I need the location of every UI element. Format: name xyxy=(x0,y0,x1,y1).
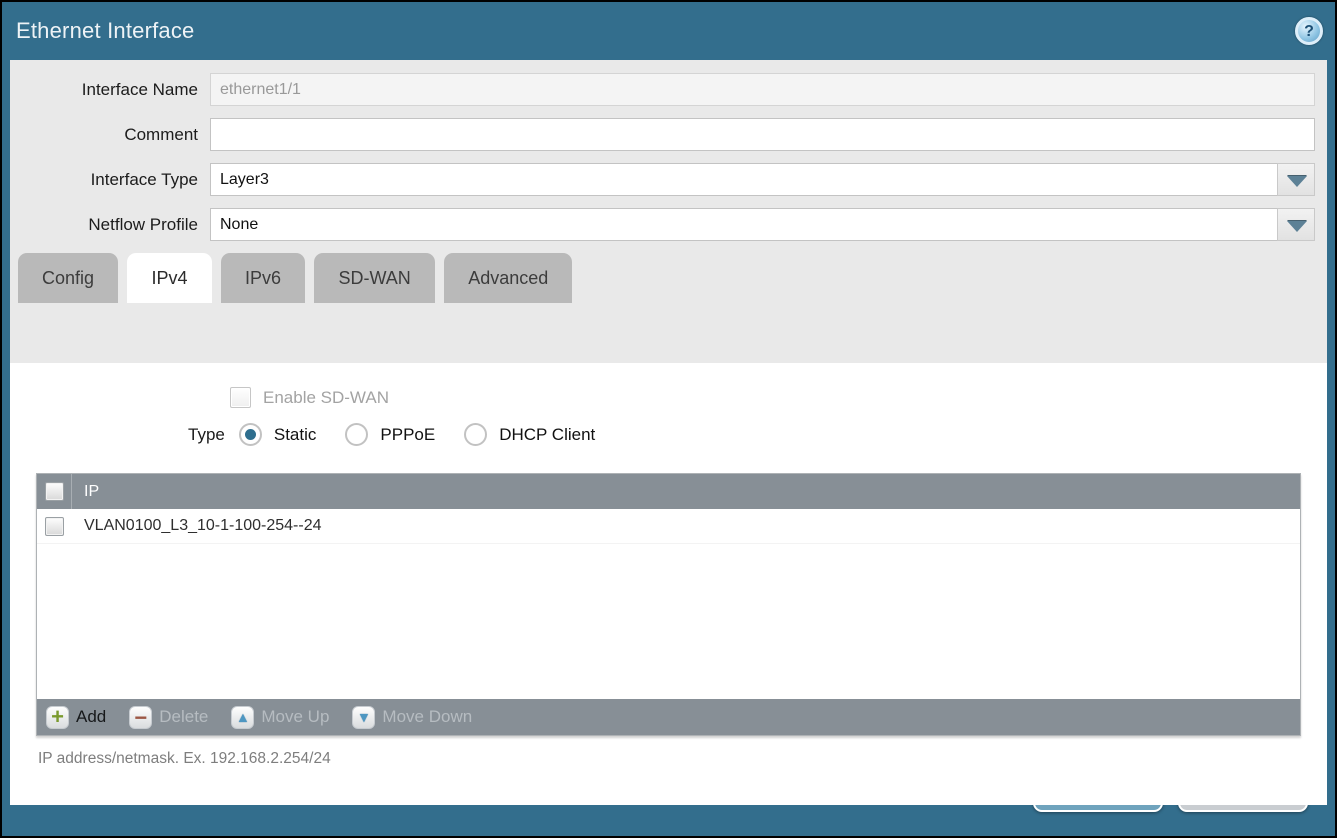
tab-ipv6[interactable]: IPv6 xyxy=(221,253,305,303)
comment-label: Comment xyxy=(10,125,210,145)
radio-dhcp-icon[interactable] xyxy=(464,423,487,446)
comment-field[interactable] xyxy=(210,118,1315,151)
row-checkbox[interactable] xyxy=(45,517,64,536)
interface-name-row: Interface Name xyxy=(10,73,1315,106)
ip-cell[interactable]: VLAN0100_L3_10-1-100-254--24 xyxy=(72,517,322,535)
radio-pppoe-label: PPPoE xyxy=(380,425,435,445)
dialog-content: Interface Name Comment Interface Type xyxy=(10,60,1327,754)
netflow-profile-label: Netflow Profile xyxy=(10,215,210,235)
tab-strip: Config IPv4 IPv6 SD-WAN Advanced xyxy=(10,253,1327,303)
ip-table-body: VLAN0100_L3_10-1-100-254--24 xyxy=(37,509,1300,699)
netflow-profile-row: Netflow Profile xyxy=(10,208,1315,241)
delete-minus-icon: − xyxy=(129,706,152,729)
radio-static-label: Static xyxy=(274,425,317,445)
add-plus-icon: + xyxy=(46,706,69,729)
netflow-profile-select[interactable] xyxy=(210,208,1315,241)
move-up-button[interactable]: ▲ Move Up xyxy=(231,706,329,729)
radio-option-static[interactable]: Static xyxy=(239,423,317,446)
interface-name-label: Interface Name xyxy=(10,80,210,100)
enable-sdwan-row: Enable SD-WAN xyxy=(230,387,1327,408)
ipv4-tab-panel: Enable SD-WAN Type Static PPPoE DHCP Cli… xyxy=(10,363,1327,805)
interface-type-select[interactable] xyxy=(210,163,1315,196)
interface-name-field xyxy=(210,73,1315,106)
radio-option-dhcp[interactable]: DHCP Client xyxy=(464,423,595,446)
dialog-title: Ethernet Interface xyxy=(16,2,194,60)
tab-config[interactable]: Config xyxy=(18,253,118,303)
ip-format-hint: IP address/netmask. Ex. 192.168.2.254/24 xyxy=(38,750,1327,768)
move-down-button[interactable]: ▼ Move Down xyxy=(352,706,472,729)
tab-ipv4[interactable]: IPv4 xyxy=(127,253,211,303)
move-up-arrow-icon: ▲ xyxy=(231,706,254,729)
tab-advanced[interactable]: Advanced xyxy=(444,253,572,303)
ethernet-interface-dialog: Ethernet Interface ? Interface Name Comm… xyxy=(2,2,1335,836)
tab-sdwan[interactable]: SD-WAN xyxy=(314,253,434,303)
form-area: Interface Name Comment Interface Type xyxy=(10,60,1327,241)
ip-table-toolbar: + Add − Delete ▲ Move Up ▼ Move Down xyxy=(37,699,1300,735)
ip-table: IP VLAN0100_L3_10-1-100-254--24 + Add xyxy=(36,473,1301,736)
move-up-button-label: Move Up xyxy=(261,707,329,727)
select-all-cell xyxy=(37,474,72,509)
delete-button-label: Delete xyxy=(159,707,208,727)
move-down-button-label: Move Down xyxy=(382,707,472,727)
netflow-profile-dropdown-arrow-icon[interactable] xyxy=(1277,208,1315,241)
type-label: Type xyxy=(188,425,225,445)
add-button-label: Add xyxy=(76,707,106,727)
ip-table-header: IP xyxy=(37,474,1300,509)
add-button[interactable]: + Add xyxy=(46,706,106,729)
title-bar: Ethernet Interface ? xyxy=(2,2,1335,60)
help-icon[interactable]: ? xyxy=(1295,17,1323,45)
select-all-checkbox[interactable] xyxy=(45,482,64,501)
row-checkbox-cell xyxy=(37,509,72,543)
move-down-arrow-icon: ▼ xyxy=(352,706,375,729)
radio-option-pppoe[interactable]: PPPoE xyxy=(345,423,435,446)
radio-pppoe-icon[interactable] xyxy=(345,423,368,446)
interface-type-label: Interface Type xyxy=(10,170,210,190)
type-radio-group: Type Static PPPoE DHCP Client xyxy=(188,423,1327,446)
interface-type-row: Interface Type xyxy=(10,163,1315,196)
enable-sdwan-label: Enable SD-WAN xyxy=(263,388,389,408)
enable-sdwan-checkbox[interactable] xyxy=(230,387,251,408)
radio-static-icon[interactable] xyxy=(239,423,262,446)
radio-dhcp-label: DHCP Client xyxy=(499,425,595,445)
delete-button[interactable]: − Delete xyxy=(129,706,208,729)
ip-column-header: IP xyxy=(72,483,99,501)
interface-type-dropdown-arrow-icon[interactable] xyxy=(1277,163,1315,196)
comment-row: Comment xyxy=(10,118,1315,151)
table-row[interactable]: VLAN0100_L3_10-1-100-254--24 xyxy=(37,509,1300,544)
